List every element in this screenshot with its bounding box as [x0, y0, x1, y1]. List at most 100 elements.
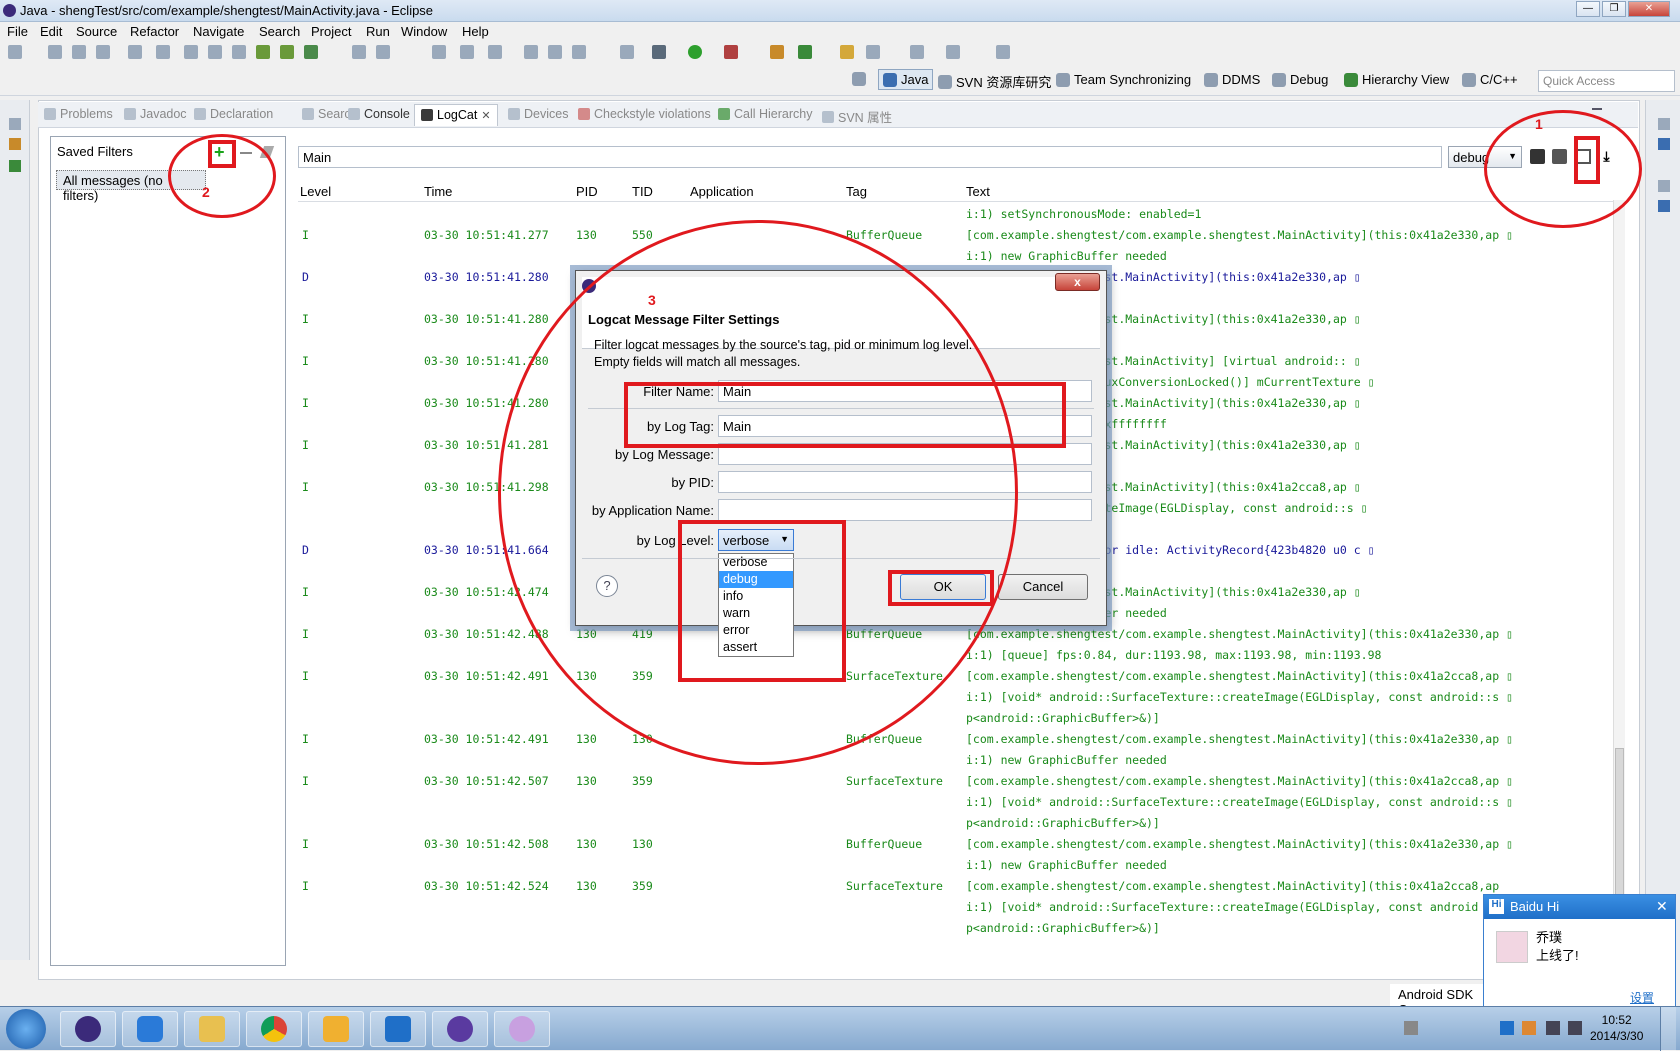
popup-close-icon[interactable]: ✕ — [1656, 898, 1668, 915]
tab-checkstyle[interactable]: Checkstyle violations — [578, 107, 711, 121]
menu-source[interactable]: Source — [76, 24, 117, 39]
table-row[interactable]: i:1) new GraphicBuffer needed — [298, 247, 1616, 267]
perspective-svn[interactable]: SVN 资源库研究 — [938, 72, 1051, 91]
logcat-scrollbar[interactable] — [1613, 200, 1625, 960]
taskbar-explorer[interactable] — [184, 1011, 240, 1047]
col-tag[interactable]: Tag — [846, 184, 867, 199]
format-icon[interactable] — [232, 45, 246, 59]
new-class-icon[interactable] — [770, 45, 784, 59]
pin-icon[interactable] — [996, 45, 1010, 59]
table-row[interactable]: p<android::GraphicBuffer>&)] — [298, 709, 1616, 729]
step-icon[interactable] — [488, 45, 502, 59]
tab-call-hierarchy[interactable]: Call Hierarchy — [718, 107, 813, 121]
check-icon[interactable] — [304, 45, 318, 59]
download-icon[interactable] — [256, 45, 270, 59]
outline-icon[interactable] — [1658, 138, 1670, 150]
minimize-button[interactable]: — — [1576, 1, 1600, 17]
table-row[interactable]: I 03-30 10:51:42.508 130 130 BufferQueue [com… — [298, 835, 1616, 855]
col-text[interactable]: Text — [966, 184, 990, 199]
tray-qq-icon[interactable] — [1522, 1021, 1536, 1035]
tray-network-icon[interactable] — [1546, 1021, 1560, 1035]
menu-refactor[interactable]: Refactor — [130, 24, 179, 39]
table-row[interactable]: I 03-30 10:51:42.524 130 359 SurfaceTexture [… — [298, 877, 1616, 897]
perspective-team-sync[interactable]: Team Synchronizing — [1056, 72, 1191, 87]
close-window-button[interactable]: ✕ — [1628, 1, 1670, 17]
perspective-java[interactable]: Java — [878, 69, 934, 90]
table-row[interactable]: p<android::GraphicBuffer>&)] — [298, 814, 1616, 834]
external-tools-icon[interactable] — [724, 45, 738, 59]
taskbar-baidu-hi[interactable] — [370, 1011, 426, 1047]
menu-search[interactable]: Search — [259, 24, 300, 39]
col-pid[interactable]: PID — [576, 184, 598, 199]
forward-icon[interactable] — [946, 45, 960, 59]
clock[interactable]: 10:52 2014/3/30 — [1590, 1012, 1643, 1044]
restore-right-icon[interactable] — [1658, 118, 1670, 130]
table-row[interactable]: i:1) [void* android::SurfaceTexture::cre… — [298, 688, 1616, 708]
table-row[interactable]: i:1) new GraphicBuffer needed — [298, 751, 1616, 771]
back-icon[interactable] — [910, 45, 924, 59]
tab-declaration[interactable]: Declaration — [194, 107, 273, 121]
binary-icon[interactable] — [128, 45, 142, 59]
close-tab-icon[interactable]: ✕ — [481, 109, 490, 122]
new-icon[interactable] — [8, 45, 22, 59]
tab-devices[interactable]: Devices — [508, 107, 568, 121]
tray-keyboard-icon[interactable] — [1404, 1021, 1418, 1035]
pen-icon[interactable] — [866, 45, 880, 59]
task-list-icon[interactable] — [1658, 200, 1670, 212]
tab-console[interactable]: Console — [348, 107, 410, 121]
table-row[interactable]: I 03-30 10:51:42.491 130 359 SurfaceTexture[… — [298, 667, 1616, 687]
suspend-icon[interactable] — [548, 45, 562, 59]
cancel-button[interactable]: Cancel — [998, 574, 1088, 600]
minimize-view-icon[interactable] — [1592, 108, 1602, 110]
table-row[interactable]: i:1) new GraphicBuffer needed — [298, 856, 1616, 876]
perspective-debug[interactable]: Debug — [1272, 72, 1328, 87]
taskbar-chrome[interactable] — [246, 1011, 302, 1047]
quick-access-input[interactable]: Quick Access — [1538, 70, 1675, 92]
menu-file[interactable]: File — [7, 24, 28, 39]
col-tid[interactable]: TID — [632, 184, 653, 199]
tray-volume-icon[interactable] — [1568, 1021, 1582, 1035]
perspective-ddms[interactable]: DDMS — [1204, 72, 1260, 87]
taskbar-eclipse-2[interactable] — [432, 1011, 488, 1047]
undo-icon[interactable] — [432, 45, 446, 59]
tab-javadoc[interactable]: Javadoc — [124, 107, 187, 121]
logcat-search-input[interactable]: Main — [298, 146, 1442, 168]
table-row[interactable]: I 03-30 10:51:42.491 130 130 BufferQueue [com… — [298, 730, 1616, 750]
edit-icon[interactable] — [184, 45, 198, 59]
resume-icon[interactable] — [524, 45, 538, 59]
menu-help[interactable]: Help — [462, 24, 489, 39]
perspective-hierarchy-view[interactable]: Hierarchy View — [1344, 72, 1449, 87]
perspective-cpp[interactable]: C/C++ — [1462, 72, 1518, 87]
table-row[interactable]: i:1) [void* android::SurfaceTexture::cre… — [298, 898, 1616, 918]
skip-breakpoints-icon[interactable] — [620, 45, 634, 59]
hierarchy-icon[interactable] — [9, 160, 21, 172]
tool-icon[interactable] — [156, 45, 170, 59]
restore-icon[interactable] — [9, 118, 21, 130]
col-application[interactable]: Application — [690, 184, 754, 199]
taskbar-paint[interactable] — [494, 1011, 550, 1047]
package-explorer-icon[interactable] — [9, 138, 21, 150]
terminate-icon[interactable] — [572, 45, 586, 59]
menu-window[interactable]: Window — [401, 24, 447, 39]
menu-navigate[interactable]: Navigate — [193, 24, 244, 39]
table-row[interactable]: I 03-30 10:51:42.507 130 359 SurfaceTexture [… — [298, 772, 1616, 792]
table-row[interactable]: p<android::GraphicBuffer>&)] — [298, 919, 1616, 939]
table-row[interactable]: I 03-30 10:51:41.277 130 550 BufferQueue [com… — [298, 226, 1616, 246]
tab-svn[interactable]: SVN 属性 — [822, 107, 892, 126]
run-icon[interactable] — [688, 45, 702, 59]
print-icon[interactable] — [96, 45, 110, 59]
col-level[interactable]: Level — [300, 184, 331, 199]
refresh-icon[interactable] — [798, 45, 812, 59]
debug-config-icon[interactable] — [652, 45, 666, 59]
android-project-icon[interactable] — [352, 45, 366, 59]
device-icon[interactable] — [280, 45, 294, 59]
taskbar-app-2[interactable] — [122, 1011, 178, 1047]
list-icon[interactable] — [376, 45, 390, 59]
taskbar-eclipse[interactable] — [60, 1011, 116, 1047]
maximize-button[interactable]: ❐ — [1602, 1, 1626, 17]
open-folder-icon[interactable] — [840, 45, 854, 59]
dialog-close-button[interactable]: x — [1055, 273, 1100, 291]
open-perspective-icon[interactable] — [852, 72, 866, 86]
layout-icon[interactable] — [208, 45, 222, 59]
table-row[interactable]: i:1) [void* android::SurfaceTexture::cre… — [298, 793, 1616, 813]
